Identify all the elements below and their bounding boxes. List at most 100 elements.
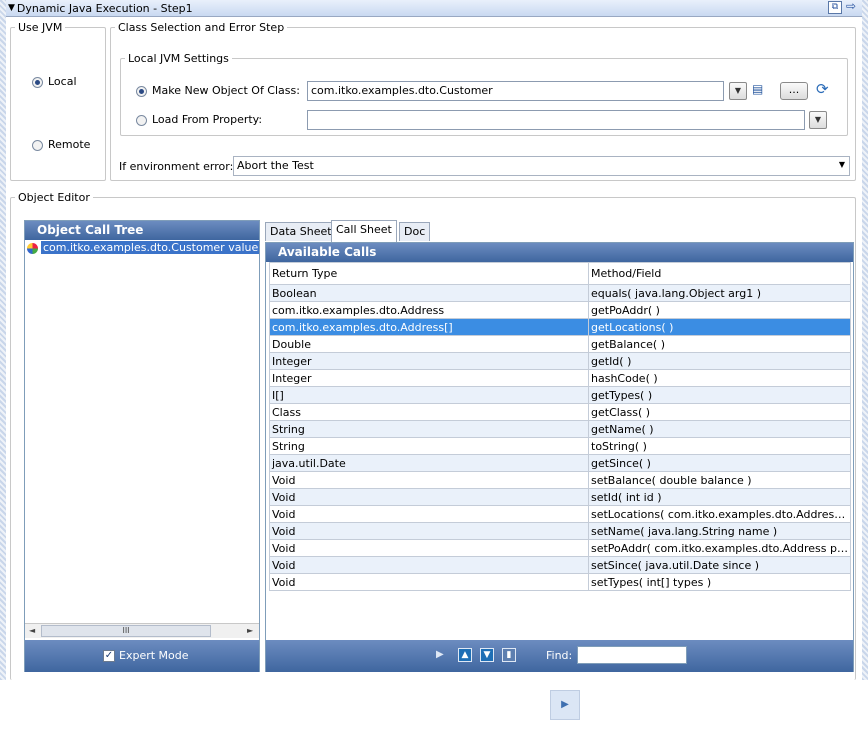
move-up-icon[interactable]: ▲ (458, 648, 472, 662)
calls-header-row: Return Type Method/Field (269, 262, 851, 285)
class-browser-icon[interactable]: ▤ (752, 82, 768, 99)
class-name-field[interactable]: com.itko.examples.dto.Customer (307, 81, 724, 101)
return-type-cell[interactable]: Void (269, 522, 589, 540)
method-cell[interactable]: getTypes( ) (588, 386, 851, 404)
scroll-right-icon[interactable]: ► (247, 626, 253, 635)
local-radio-indicator[interactable] (32, 76, 43, 88)
scroll-thumb[interactable]: III (41, 625, 211, 637)
return-type-cell[interactable]: Class (269, 403, 589, 421)
expert-mode-checkbox[interactable]: ✓ Expert Mode (103, 649, 189, 662)
return-type-cell[interactable]: Integer (269, 369, 589, 387)
remote-radio-indicator[interactable] (32, 139, 43, 151)
method-cell[interactable]: getSince( ) (588, 454, 851, 472)
return-type-cell[interactable]: Void (269, 539, 589, 557)
return-type-cell[interactable]: Void (269, 488, 589, 506)
table-row[interactable]: Double getBalance( ) (269, 335, 851, 353)
method-cell[interactable]: getPoAddr( ) (588, 301, 851, 319)
bottom-play-button[interactable]: ▶ (550, 690, 580, 720)
method-cell[interactable]: setPoAddr( com.itko.examples.dto.Address… (588, 539, 851, 557)
delete-icon[interactable]: ▮ (502, 648, 516, 662)
method-cell[interactable]: getId( ) (588, 352, 851, 370)
expert-mode-check-icon[interactable]: ✓ (103, 650, 115, 662)
method-cell[interactable]: setId( int id ) (588, 488, 851, 506)
table-row[interactable]: Void setLocations( com.itko.examples.dto.… (269, 505, 851, 523)
method-cell[interactable]: toString( ) (588, 437, 851, 455)
tree-item-label[interactable]: com.itko.examples.dto.Customer value (41, 241, 259, 254)
env-error-select[interactable]: Abort the Test ▼ (233, 156, 850, 176)
return-type-cell[interactable]: Integer (269, 352, 589, 370)
return-type-cell[interactable]: Void (269, 505, 589, 523)
return-type-cell[interactable]: com.itko.examples.dto.Address[] (269, 318, 589, 336)
detach-icon[interactable]: ⧉ (828, 1, 842, 14)
return-type-cell[interactable]: com.itko.examples.dto.Address (269, 301, 589, 319)
local-radio-label: Local (48, 75, 77, 88)
method-cell[interactable]: setSince( java.util.Date since ) (588, 556, 851, 574)
method-cell[interactable]: hashCode( ) (588, 369, 851, 387)
table-row-selected[interactable]: com.itko.examples.dto.Address[] getLocati… (269, 318, 851, 336)
table-row[interactable]: Integer getId( ) (269, 352, 851, 370)
class-dropdown-button[interactable]: ▼ (729, 82, 747, 100)
table-row[interactable]: Boolean equals( java.lang.Object arg1 ) (269, 284, 851, 302)
local-radio[interactable]: Local (32, 75, 77, 88)
table-row[interactable]: Void setSince( java.util.Date since ) (269, 556, 851, 574)
find-input[interactable] (577, 646, 687, 664)
tree-horizontal-scrollbar[interactable]: ◄ III ► (25, 623, 259, 638)
method-cell[interactable]: equals( java.lang.Object arg1 ) (588, 284, 851, 302)
table-row[interactable]: String getName( ) (269, 420, 851, 438)
use-jvm-group: Use JVM (10, 21, 106, 181)
method-cell[interactable]: getBalance( ) (588, 335, 851, 353)
return-type-cell[interactable]: java.util.Date (269, 454, 589, 472)
table-row[interactable]: Void setTypes( int[] types ) (269, 573, 851, 591)
play-icon[interactable]: ▶ (436, 649, 444, 660)
table-row[interactable]: I[] getTypes( ) (269, 386, 851, 404)
table-row[interactable]: Integer hashCode( ) (269, 369, 851, 387)
return-type-cell[interactable]: Double (269, 335, 589, 353)
tab-call-sheet[interactable]: Call Sheet (331, 220, 397, 242)
table-row[interactable]: Class getClass( ) (269, 403, 851, 421)
method-cell[interactable]: getName( ) (588, 420, 851, 438)
return-type-cell[interactable]: String (269, 420, 589, 438)
method-cell[interactable]: setTypes( int[] types ) (588, 573, 851, 591)
table-row[interactable]: java.util.Date getSince( ) (269, 454, 851, 472)
table-row[interactable]: Void setId( int id ) (269, 488, 851, 506)
remote-radio[interactable]: Remote (32, 138, 90, 151)
exit-arrow-icon[interactable]: ⇨ (844, 0, 858, 14)
tab-doc[interactable]: Doc (399, 222, 431, 241)
scroll-left-icon[interactable]: ◄ (29, 626, 35, 635)
method-cell[interactable]: getClass( ) (588, 403, 851, 421)
property-field[interactable] (307, 110, 805, 130)
method-cell[interactable]: setBalance( double balance ) (588, 471, 851, 489)
move-down-icon[interactable]: ▼ (480, 648, 494, 662)
tab-data-sheet[interactable]: Data Sheet (265, 222, 337, 241)
return-type-cell[interactable]: String (269, 437, 589, 455)
column-header-method[interactable]: Method/Field (588, 262, 851, 285)
make-new-object-radio[interactable]: Make New Object Of Class: (136, 84, 300, 97)
return-type-cell[interactable]: Boolean (269, 284, 589, 302)
use-jvm-legend: Use JVM (18, 21, 63, 34)
load-from-property-radio[interactable]: Load From Property: (136, 113, 262, 126)
make-new-radio-indicator[interactable] (136, 85, 147, 97)
table-row[interactable]: com.itko.examples.dto.Address getPoAddr( … (269, 301, 851, 319)
method-cell[interactable]: setLocations( com.itko.examples.dto.Addr… (588, 505, 851, 523)
collapse-triangle-icon[interactable]: ▼ (8, 3, 15, 13)
method-cell[interactable]: getLocations( ) (588, 318, 851, 336)
return-type-cell[interactable]: Void (269, 573, 589, 591)
table-row[interactable]: Void setPoAddr( com.itko.examples.dto.Add… (269, 539, 851, 557)
object-call-tree-panel: Object Call Tree com.itko.examples.dto.C… (24, 220, 260, 672)
title-bar: ▼ Dynamic Java Execution - Step1 ⧉ ⇨ (6, 0, 862, 17)
refresh-icon[interactable]: ⟳ (816, 80, 834, 98)
property-dropdown-button[interactable]: ▼ (809, 111, 827, 129)
load-from-radio-indicator[interactable] (136, 114, 147, 126)
tree-item[interactable]: com.itko.examples.dto.Customer value (25, 240, 259, 256)
return-type-cell[interactable]: Void (269, 556, 589, 574)
sheet-tabs-area: Data Sheet Call Sheet Doc Available Call… (262, 220, 856, 672)
browse-button[interactable]: ... (780, 82, 808, 100)
table-row[interactable]: Void setName( java.lang.String name ) (269, 522, 851, 540)
return-type-cell[interactable]: Void (269, 471, 589, 489)
column-header-return-type[interactable]: Return Type (269, 262, 589, 285)
table-row[interactable]: String toString( ) (269, 437, 851, 455)
table-row[interactable]: Void setBalance( double balance ) (269, 471, 851, 489)
method-cell[interactable]: setName( java.lang.String name ) (588, 522, 851, 540)
env-error-chevron-down-icon[interactable]: ▼ (839, 160, 845, 169)
return-type-cell[interactable]: I[] (269, 386, 589, 404)
